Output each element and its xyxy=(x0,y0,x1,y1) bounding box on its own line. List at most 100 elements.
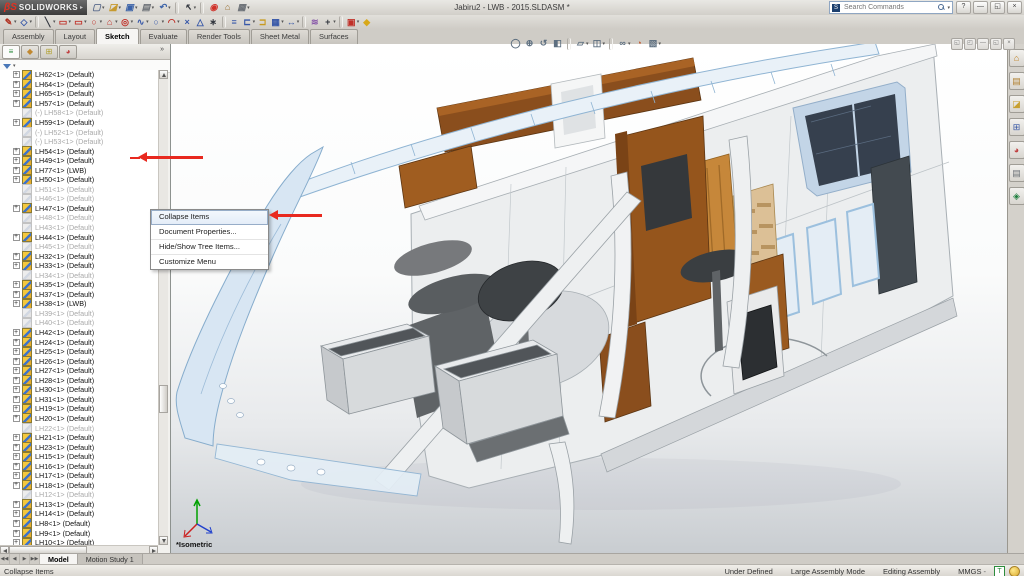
toolbar-button[interactable] xyxy=(302,16,306,28)
graphics-viewport[interactable]: *Isometric xyxy=(171,44,1007,553)
tree-item[interactable]: LH47<1> (Default) xyxy=(0,204,158,214)
tree-item[interactable]: LH16<1> (Default) xyxy=(0,461,158,471)
scroll-down-icon[interactable] xyxy=(159,536,168,545)
tree-item[interactable]: LH8<1> (Default) xyxy=(0,519,158,529)
window-button[interactable]: ? xyxy=(956,1,971,14)
toolbar-button[interactable]: ∿ xyxy=(134,16,150,29)
tree-item[interactable]: LH32<1> (Default) xyxy=(0,251,158,261)
expand-plus-icon[interactable] xyxy=(13,434,20,441)
tree-item[interactable]: LH17<1> (Default) xyxy=(0,471,158,481)
tree-item[interactable]: LH65<1> (Default) xyxy=(0,89,158,99)
toolbar-button[interactable]: ▱ xyxy=(574,37,590,50)
toolbar-button[interactable]: ▤ xyxy=(140,1,156,14)
tree-item[interactable]: LH44<1> (Default) xyxy=(0,232,158,242)
expand-plus-icon[interactable] xyxy=(13,510,20,517)
expand-plus-icon[interactable] xyxy=(13,234,20,241)
expand-plus-icon[interactable] xyxy=(13,367,20,374)
tree-vertical-scrollbar[interactable] xyxy=(158,70,168,545)
toolbar-button[interactable]: ↶ xyxy=(156,1,172,14)
task-pane-tab[interactable]: ◕ xyxy=(1009,141,1024,159)
tree-item[interactable]: LH13<1> (Default) xyxy=(0,500,158,510)
expand-plus-icon[interactable] xyxy=(13,472,20,479)
tree-item[interactable]: LH25<1> (Default) xyxy=(0,347,158,357)
expand-plus-icon[interactable] xyxy=(13,300,20,307)
tree-item[interactable]: LH39<1> (Default) xyxy=(0,309,158,319)
tree-item[interactable]: LH24<1> (Default) xyxy=(0,337,158,347)
units-selector[interactable]: MMGS xyxy=(949,567,983,576)
tree-item[interactable]: LH15<1> (Default) xyxy=(0,452,158,462)
expand-plus-icon[interactable] xyxy=(13,444,20,451)
tree-item[interactable]: LH23<1> (Default) xyxy=(0,442,158,452)
feature-tree[interactable]: LH62<1> (Default) LH64<1> (Default) LH65… xyxy=(0,70,158,545)
toolbar-button[interactable]: ∞ xyxy=(616,37,632,50)
toolbar-button[interactable]: ◆ xyxy=(360,16,373,29)
tree-item[interactable]: LH59<1> (Default) xyxy=(0,118,158,128)
expand-plus-icon[interactable] xyxy=(13,90,20,97)
expand-plus-icon[interactable] xyxy=(13,358,20,365)
task-pane-tab[interactable]: ▤ xyxy=(1009,164,1024,182)
command-tab[interactable]: Sketch xyxy=(96,28,139,44)
tree-item[interactable]: LH18<1> (Default) xyxy=(0,481,158,491)
units-dropdown[interactable]: - xyxy=(984,567,995,576)
window-button[interactable]: ◱ xyxy=(990,38,1002,50)
tree-item[interactable]: LH31<1> (Default) xyxy=(0,395,158,405)
search-input[interactable] xyxy=(842,3,936,12)
tree-item[interactable]: LH33<1> (Default) xyxy=(0,261,158,271)
expand-plus-icon[interactable] xyxy=(13,396,20,403)
toolbar-button[interactable]: ○ xyxy=(88,16,104,29)
scroll-up-icon[interactable] xyxy=(159,70,168,79)
command-tab[interactable]: Evaluate xyxy=(140,29,187,44)
toolbar-button[interactable]: ◉ xyxy=(207,1,220,14)
expand-plus-icon[interactable] xyxy=(13,205,20,212)
toolbar-button[interactable]: ↖ xyxy=(182,1,198,14)
tree-item[interactable]: LH43<1> (Default) xyxy=(0,223,158,233)
toolbar-button[interactable]: ◪ xyxy=(107,1,123,14)
tree-item[interactable]: LH54<1> (Default) xyxy=(0,146,158,156)
expand-plus-icon[interactable] xyxy=(13,148,20,155)
toolbar-button[interactable]: ▢ xyxy=(90,1,106,14)
toolbar-button[interactable]: △ xyxy=(194,16,207,29)
tree-item[interactable]: LH19<1> (Default) xyxy=(0,404,158,414)
tree-item[interactable]: LH21<1> (Default) xyxy=(0,433,158,443)
tree-item[interactable]: (-) LH52<1> (Default) xyxy=(0,127,158,137)
tree-item[interactable]: LH26<1> (Default) xyxy=(0,356,158,366)
featuremanager-tab[interactable]: ≡ xyxy=(2,45,20,59)
expand-plus-icon[interactable] xyxy=(13,501,20,508)
expand-plus-icon[interactable] xyxy=(13,339,20,346)
context-menu-item[interactable]: Customize Menu xyxy=(151,255,268,269)
filter-dropdown-icon[interactable]: ▾ xyxy=(13,63,16,69)
toolbar-button[interactable]: ╲ xyxy=(41,16,57,29)
toolbar-button[interactable] xyxy=(35,16,39,28)
window-button[interactable]: ◱ xyxy=(990,1,1005,14)
toolbar-button[interactable]: ▭ xyxy=(57,16,73,29)
expand-plus-icon[interactable] xyxy=(13,71,20,78)
toolbar-button[interactable]: ▦ xyxy=(235,1,251,14)
scrollbar-thumb[interactable] xyxy=(159,385,168,413)
expand-plus-icon[interactable] xyxy=(13,167,20,174)
toolbar-button[interactable]: ▧ xyxy=(647,37,663,50)
task-pane-tab[interactable]: ◪ xyxy=(1009,95,1024,113)
command-tab[interactable]: Assembly xyxy=(3,29,54,44)
expand-plus-icon[interactable] xyxy=(13,377,20,384)
filter-funnel-icon[interactable] xyxy=(3,64,11,69)
tree-item[interactable]: LH9<1> (Default) xyxy=(0,528,158,538)
expand-plus-icon[interactable] xyxy=(13,463,20,470)
expand-plus-icon[interactable] xyxy=(13,520,20,527)
expand-plus-icon[interactable] xyxy=(13,291,20,298)
toolbar-button[interactable] xyxy=(222,16,226,28)
context-menu-item[interactable]: Hide/Show Tree Items... xyxy=(151,240,268,255)
expand-plus-icon[interactable] xyxy=(13,386,20,393)
expand-plus-icon[interactable] xyxy=(13,281,20,288)
toolbar-button[interactable]: ◎ xyxy=(119,16,135,29)
toolbar-button[interactable]: ▦ xyxy=(269,16,285,29)
tree-item[interactable]: LH50<1> (Default) xyxy=(0,175,158,185)
toolbar-button[interactable] xyxy=(200,2,204,14)
tree-item[interactable]: LH10<1> (Default) xyxy=(0,538,158,545)
tree-item[interactable]: LH12<1> (Default) xyxy=(0,490,158,500)
tree-item[interactable]: (-) LH53<1> (Default) xyxy=(0,137,158,147)
toolbar-button[interactable]: ≡ xyxy=(228,16,241,29)
expand-plus-icon[interactable] xyxy=(13,81,20,88)
toolbar-button[interactable] xyxy=(567,38,571,50)
tree-item[interactable]: LH42<1> (Default) xyxy=(0,328,158,338)
toolbar-button[interactable]: ◯ xyxy=(509,37,522,50)
